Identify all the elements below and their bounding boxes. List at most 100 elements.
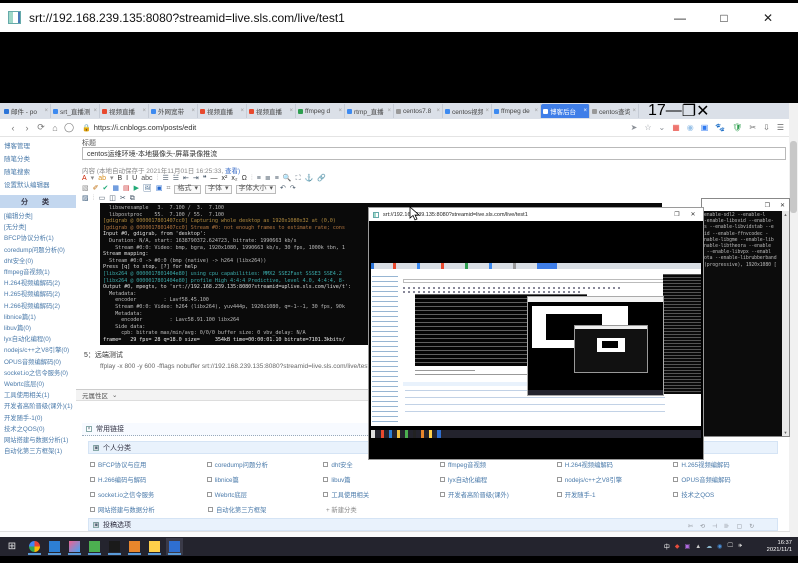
maximize-button[interactable]: □ bbox=[702, 11, 746, 25]
toolbar-insert-icon[interactable]: ▤ bbox=[123, 184, 130, 194]
toolbar-insert-icon[interactable]: ✔ bbox=[103, 184, 109, 194]
tray-icon[interactable]: 🕪 bbox=[738, 543, 742, 550]
category-checkbox-item[interactable]: libnice篇 bbox=[206, 472, 324, 487]
toolbar-format-icon[interactable]: x₂ bbox=[231, 174, 237, 184]
sidebar-category-link[interactable]: Webrtc底层(0) bbox=[4, 379, 76, 390]
toolbar-icon[interactable]: ☆ bbox=[644, 123, 651, 132]
fontsize-dropdown[interactable]: 字体大小 ▾ bbox=[235, 184, 277, 194]
toolbar-format-icon[interactable]: — bbox=[211, 174, 218, 184]
checkbox[interactable] bbox=[440, 477, 446, 482]
nested-close-button[interactable]: ✕ bbox=[687, 211, 699, 218]
checkbox[interactable] bbox=[556, 477, 562, 482]
page-scrollbar[interactable] bbox=[789, 103, 798, 537]
category-checkbox-item[interactable]: 自动化第三方框架 bbox=[208, 502, 326, 517]
toolbar-insert-icon[interactable]: ▣ bbox=[156, 184, 163, 194]
toolbar-icon[interactable]: ◉ bbox=[687, 123, 694, 132]
browser-tab[interactable]: centos视频 × bbox=[443, 104, 492, 118]
profile-icon[interactable]: ◯ bbox=[62, 122, 76, 133]
checkbox[interactable] bbox=[208, 507, 213, 512]
mini-control-icon[interactable]: ✄ bbox=[688, 523, 693, 530]
back-icon[interactable]: ‹ bbox=[6, 123, 20, 133]
toolbar-format-icon[interactable]: ⇥ bbox=[193, 174, 199, 184]
toolbar-extra-icon[interactable]: ▨ bbox=[82, 194, 89, 204]
nested-restore-button[interactable]: ❐ bbox=[671, 211, 683, 218]
toolbar-icon[interactable]: ✂ bbox=[749, 123, 756, 132]
undo-redo-icon[interactable]: ↶ bbox=[280, 184, 286, 194]
browser-tab[interactable]: 视频直播 × bbox=[100, 104, 149, 118]
checkbox[interactable] bbox=[90, 477, 95, 482]
toolbar-icon[interactable]: ➤ bbox=[631, 123, 638, 132]
category-checkbox-item[interactable]: coredump问题分析 bbox=[206, 457, 324, 472]
toolbar-insert-icon[interactable]: ▧ bbox=[82, 184, 89, 194]
toolbar-icon[interactable]: 🐾 bbox=[715, 123, 725, 132]
category-checkbox-item[interactable]: 网站搭建与数据分析 bbox=[90, 502, 208, 517]
close-button[interactable]: ✕ bbox=[746, 11, 790, 25]
checkbox[interactable] bbox=[206, 477, 212, 482]
checkbox[interactable] bbox=[440, 492, 446, 497]
checkbox[interactable] bbox=[323, 477, 329, 482]
taskbar-app-icon[interactable] bbox=[28, 540, 41, 555]
address-bar[interactable]: 🔒 https://i.cnblogs.com/posts/edit bbox=[82, 122, 412, 134]
tray-icon[interactable]: 中 bbox=[664, 542, 670, 551]
toolbar-insert-icon[interactable]: ▶ bbox=[134, 184, 139, 194]
toolbar-format-icon[interactable]: ≡ bbox=[275, 174, 279, 184]
nested-player-window[interactable]: srt://192.168.239.135:8080?streamid=live… bbox=[368, 207, 704, 460]
sidebar-category-link[interactable]: [编辑分类] bbox=[4, 211, 76, 222]
start-button[interactable]: ⊞ bbox=[0, 541, 24, 552]
toolbar-format-icon[interactable]: ▾ bbox=[110, 174, 114, 184]
sidebar-category-link[interactable]: dht安全(0) bbox=[4, 256, 76, 267]
checkbox[interactable] bbox=[556, 462, 562, 467]
toolbar-format-icon[interactable]: abc bbox=[141, 174, 152, 184]
taskbar-app-icon[interactable] bbox=[128, 540, 141, 555]
category-checkbox-item[interactable]: 开发者高阶晋级(课外) bbox=[440, 487, 557, 502]
cmd-titlebar[interactable]: ❐ ✕ bbox=[702, 199, 789, 211]
tray-icon[interactable]: 🖵 bbox=[727, 543, 733, 550]
checkbox[interactable] bbox=[206, 492, 212, 497]
tab-close-icon[interactable]: × bbox=[632, 108, 636, 114]
checkbox[interactable] bbox=[673, 462, 679, 467]
tab-close-icon[interactable]: × bbox=[338, 108, 342, 114]
toolbar-format-icon[interactable]: ⛶ bbox=[296, 174, 301, 184]
browser-tab[interactable]: centos查询 × bbox=[590, 104, 639, 118]
mini-control-icon[interactable]: ▢ bbox=[737, 523, 743, 530]
submit-options-bar[interactable]: ▣ 投稿选项 bbox=[88, 518, 778, 531]
sidebar-category-link[interactable]: libuv篇(0) bbox=[4, 323, 76, 334]
checkbox[interactable] bbox=[206, 462, 212, 467]
toolbar-format-icon[interactable]: 🔗 bbox=[317, 174, 326, 184]
category-checkbox-item[interactable]: BFCP协议与应用 bbox=[90, 457, 207, 472]
toolbar-format-icon[interactable]: U bbox=[132, 174, 137, 184]
toolbar-format-icon[interactable]: ▾ bbox=[91, 174, 95, 184]
browser-tab[interactable]: rtmp_直播 × bbox=[345, 104, 394, 118]
tab-close-icon[interactable]: × bbox=[534, 108, 538, 114]
toolbar-format-icon[interactable]: ≡ bbox=[257, 174, 261, 184]
checkbox[interactable] bbox=[323, 492, 329, 497]
sidebar-link[interactable]: 随笔搜索 bbox=[4, 166, 76, 176]
undo-redo-icon[interactable]: ↷ bbox=[290, 184, 296, 194]
post-title-input[interactable]: centos运维环境-本地摄像头-屏幕录像推流 bbox=[82, 147, 786, 160]
tray-icon[interactable]: ▣ bbox=[685, 543, 691, 550]
cmd-scrollbar[interactable]: ▲ ▼ bbox=[782, 211, 789, 436]
tray-icon[interactable]: ▲ bbox=[695, 544, 701, 550]
toolbar-format-icon[interactable]: ⚓ bbox=[304, 174, 313, 184]
category-checkbox-item[interactable]: 工具使用相关 bbox=[323, 487, 440, 502]
sidebar-category-link[interactable]: [无分类] bbox=[4, 222, 76, 233]
sidebar-category-link[interactable]: H.265视频编解码(2) bbox=[4, 289, 76, 300]
toolbar-icon[interactable]: ⌄ bbox=[658, 123, 665, 132]
font-dropdown[interactable]: 字体 ▾ bbox=[205, 184, 232, 194]
toolbar-format-icon[interactable]: ab bbox=[98, 174, 106, 184]
sidebar-link[interactable]: 设置默认编辑器 bbox=[4, 179, 76, 189]
toolbar-icon[interactable]: ☰ bbox=[777, 123, 784, 132]
category-checkbox-item[interactable]: 开发随手-1 bbox=[556, 487, 674, 502]
checkbox[interactable] bbox=[673, 492, 679, 497]
browser-minimize-button[interactable]: — bbox=[666, 103, 682, 120]
browser-tab[interactable]: srt_直播测 × bbox=[51, 104, 100, 118]
checkbox[interactable] bbox=[90, 492, 95, 497]
tab-close-icon[interactable]: × bbox=[485, 108, 489, 114]
taskbar-app-icon[interactable] bbox=[88, 540, 101, 555]
category-checkbox-item[interactable]: nodejs/c++之V8引擎 bbox=[556, 472, 674, 487]
mini-control-icon[interactable]: ⟲ bbox=[700, 523, 705, 530]
checkbox[interactable] bbox=[440, 462, 446, 467]
sidebar-category-link[interactable]: 技术之QOS(0) bbox=[4, 424, 76, 435]
taskbar-clock[interactable]: 16:37 2021/11/1 bbox=[748, 540, 792, 554]
browser-tab[interactable]: 邮件 - po × bbox=[2, 104, 51, 118]
